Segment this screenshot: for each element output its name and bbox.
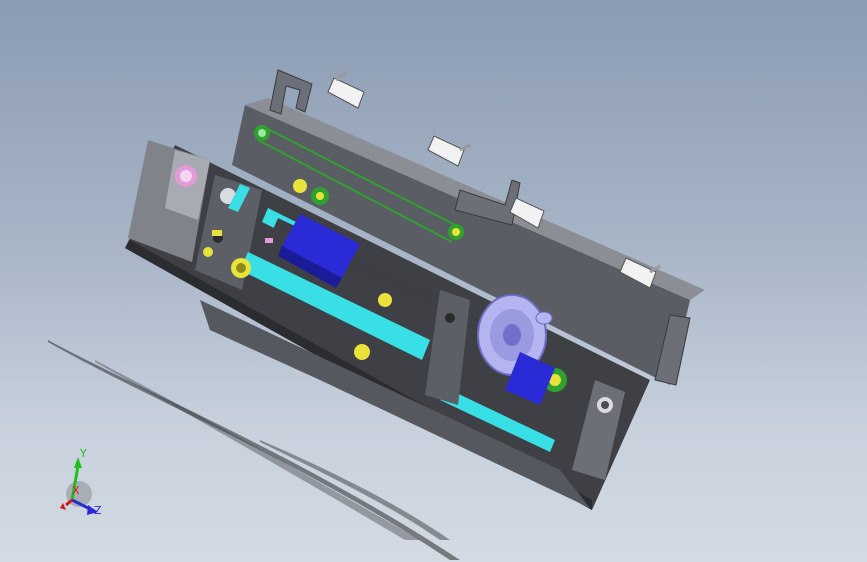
triad-z-label: Z [94, 504, 102, 517]
limit-sensor-1[interactable] [327, 70, 365, 109]
bearing-yellow-4 [378, 293, 392, 307]
yellow-spacer [212, 230, 222, 236]
triad-y-label: Y [79, 447, 87, 460]
belt-pulley-right-hub [452, 228, 460, 236]
middle-plate-hole [445, 313, 455, 323]
handwheel-handle[interactable] [535, 311, 553, 325]
bearing-yellow-2 [293, 179, 307, 193]
cad-model-view[interactable]: Y Z X [0, 0, 867, 562]
belt-pulley-left-hub [258, 129, 266, 137]
right-end-bolt-core [601, 401, 609, 409]
triad-x-arrow [60, 503, 66, 510]
bearing-yellow-3 [354, 344, 370, 360]
bearing-yellow-5 [203, 247, 213, 257]
machine-assembly[interactable] [125, 69, 705, 510]
left-motor-pulley-hub [180, 170, 192, 182]
coordinate-triad: Y Z X [60, 447, 102, 517]
pink-spacer [265, 238, 273, 243]
cad-viewport[interactable]: Y Z X [0, 0, 867, 562]
bracket-left [269, 69, 313, 115]
limit-sensor-2[interactable] [427, 135, 471, 167]
gear-green-1-hub [316, 192, 324, 200]
bearing-yellow-1-core [236, 263, 246, 273]
triad-x-label: X [72, 484, 80, 497]
